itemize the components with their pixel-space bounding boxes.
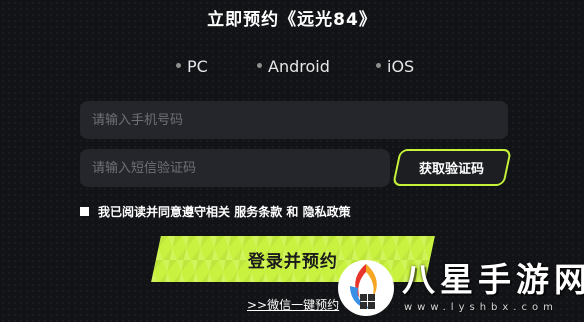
platform-label: iOS bbox=[387, 57, 415, 76]
agreement-text: 我已阅读并同意遵守相关 bbox=[98, 204, 235, 219]
agreement-connector: 和 bbox=[282, 204, 303, 219]
get-code-button[interactable]: 获取验证码 bbox=[392, 149, 512, 186]
platform-label: Android bbox=[268, 57, 330, 76]
watermark-url: www.lyshbx.com bbox=[404, 302, 558, 313]
get-code-button-label: 获取验证码 bbox=[419, 162, 485, 177]
site-watermark: 八星手游网 www.lyshbx.com bbox=[330, 256, 584, 322]
agreement-checkbox[interactable] bbox=[80, 206, 89, 216]
sms-code-input[interactable] bbox=[80, 149, 390, 187]
terms-link[interactable]: 服务条款 bbox=[234, 203, 282, 220]
site-logo-icon bbox=[338, 260, 394, 316]
bullet-icon bbox=[176, 63, 181, 68]
bullet-icon bbox=[257, 63, 262, 68]
platform-android: Android bbox=[257, 56, 330, 78]
phone-input[interactable] bbox=[80, 101, 508, 139]
platform-list: PC Android iOS bbox=[0, 56, 584, 78]
page-title: 立即预约《远光84》 bbox=[207, 10, 377, 30]
agreement-row: 我已阅读并同意遵守相关 服务条款 和 隐私政策 bbox=[80, 202, 351, 220]
platform-pc: PC bbox=[176, 56, 208, 78]
wechat-reserve-link[interactable]: >>微信一键预约 bbox=[247, 296, 339, 313]
login-reserve-button-label: 登录并预约 bbox=[248, 251, 338, 272]
watermark-name: 八星手游网 bbox=[402, 260, 584, 299]
platform-label: PC bbox=[187, 57, 208, 76]
platform-ios: iOS bbox=[376, 56, 414, 78]
privacy-link[interactable]: 隐私政策 bbox=[303, 203, 351, 220]
bullet-icon bbox=[376, 63, 381, 68]
